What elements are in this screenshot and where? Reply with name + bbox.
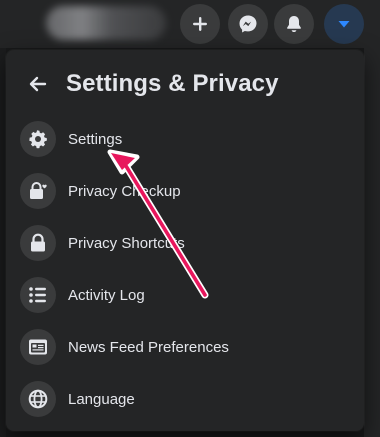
list-icon (29, 287, 46, 303)
globe-icon (28, 389, 48, 409)
menu-icon-wrap (20, 121, 56, 157)
menu-item-news-feed-preferences[interactable]: News Feed Preferences (6, 321, 364, 373)
blurred-profile-area (46, 6, 166, 40)
arrow-left-icon (29, 76, 47, 92)
menu-icon-wrap (20, 277, 56, 313)
menu-item-privacy-checkup[interactable]: Privacy Checkup (6, 165, 364, 217)
menu-item-privacy-shortcuts[interactable]: Privacy Shortcuts (6, 217, 364, 269)
create-button[interactable] (180, 4, 220, 44)
menu-icon-wrap (20, 225, 56, 261)
lock-icon (31, 233, 45, 252)
menu-item-label: News Feed Preferences (68, 338, 229, 356)
settings-menu: Settings Privacy Checkup Privacy Shortcu… (6, 113, 364, 425)
plus-icon (193, 17, 207, 31)
menu-item-label: Privacy Checkup (68, 182, 181, 200)
panel-header: Settings & Privacy (6, 64, 364, 104)
top-navigation-bar (0, 0, 380, 48)
menu-icon-wrap (20, 173, 56, 209)
messenger-icon (239, 15, 257, 33)
menu-item-settings[interactable]: Settings (6, 113, 364, 165)
page-background-right (364, 48, 380, 437)
menu-icon-wrap (20, 329, 56, 365)
menu-item-label: Privacy Shortcuts (68, 234, 185, 252)
menu-icon-wrap (20, 381, 56, 417)
account-menu-button[interactable] (324, 4, 364, 44)
messenger-button[interactable] (228, 4, 268, 44)
feed-icon (29, 339, 47, 355)
menu-item-label: Settings (68, 130, 123, 148)
gear-icon (29, 130, 47, 149)
menu-item-language[interactable]: Language (6, 373, 364, 425)
bell-icon (287, 16, 301, 32)
lock-heart-icon (30, 182, 47, 199)
menu-item-label: Activity Log (68, 286, 145, 304)
panel-title: Settings & Privacy (66, 70, 279, 97)
menu-item-activity-log[interactable]: Activity Log (6, 269, 364, 321)
settings-privacy-dropdown: Settings & Privacy Settings Privacy Chec… (6, 50, 364, 431)
notifications-button[interactable] (274, 4, 314, 44)
caret-down-icon (338, 21, 350, 28)
back-button[interactable] (20, 66, 56, 102)
menu-item-label: Language (68, 390, 135, 408)
